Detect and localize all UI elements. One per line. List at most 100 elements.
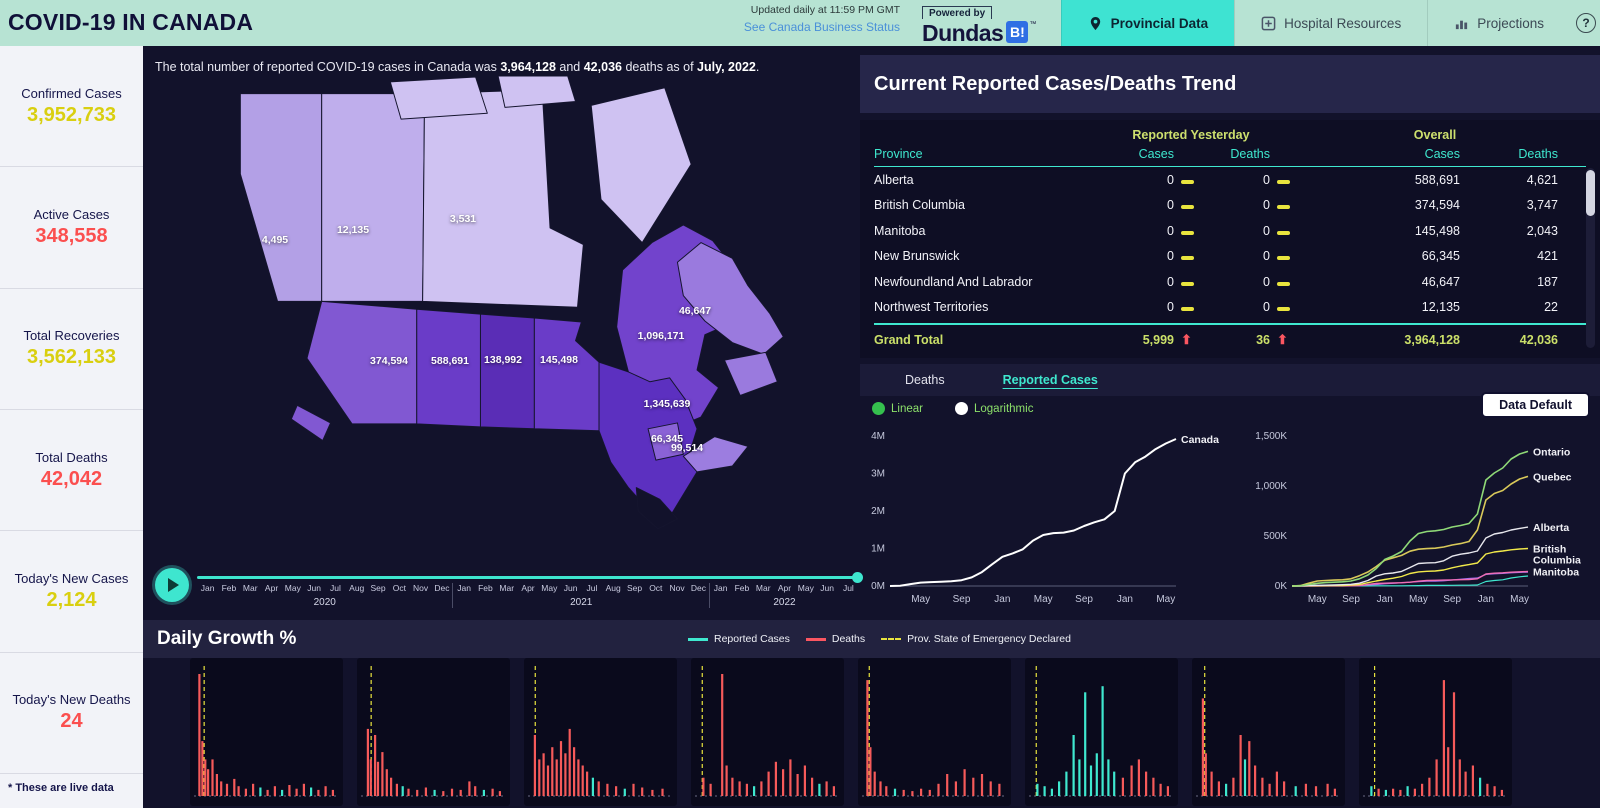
svg-text:Jan: Jan: [994, 594, 1010, 605]
linear-radio[interactable]: Linear: [872, 402, 923, 415]
table-row[interactable]: British Columbia 0 0 374,594 3,747: [874, 193, 1586, 219]
canada-choropleth-map: 4,495 12,135 3,531 374,594 588,691 138,992 145…: [153, 76, 853, 566]
timeline-month: May: [797, 583, 814, 593]
svg-text:Alberta: Alberta: [1533, 522, 1569, 534]
brand-badge: B!: [1006, 21, 1029, 43]
daily-growth-chart-1[interactable]: [190, 658, 343, 806]
province-northwest-territories[interactable]: [321, 93, 426, 302]
stat-value: 3,952,733: [27, 103, 116, 126]
baffin-island[interactable]: [590, 87, 692, 244]
svg-text:1,500K: 1,500K: [1255, 431, 1287, 442]
trend-panel: Current Reported Cases/Deaths Trend Repo…: [860, 46, 1600, 620]
province-saskatchewan[interactable]: [479, 313, 535, 430]
svg-text:3M: 3M: [871, 469, 885, 480]
no-change-dash-icon: [1181, 205, 1194, 210]
table-row[interactable]: New Brunswick 0 0 66,345 421: [874, 244, 1586, 270]
cell: 0: [1167, 223, 1174, 238]
province-manitoba[interactable]: [533, 317, 600, 432]
cell: New Brunswick: [874, 249, 960, 264]
no-change-dash-icon: [1181, 179, 1194, 184]
timeline-month: Jun: [820, 583, 834, 593]
cell: 0: [1263, 198, 1270, 213]
no-change-dash-icon: [1277, 205, 1290, 210]
summary-sentence: The total number of reported COVID-19 ca…: [155, 60, 760, 74]
arctic-island[interactable]: [497, 76, 577, 108]
victoria-island[interactable]: [389, 76, 488, 120]
province-alberta[interactable]: [416, 308, 481, 428]
header-tabs: Provincial Data Hospital Resources Project…: [1060, 0, 1570, 46]
stat-value: 3,562,133: [27, 346, 116, 369]
cell: 0: [1167, 198, 1174, 213]
province-nunavut[interactable]: [422, 89, 584, 308]
col-province: Province: [874, 147, 923, 161]
newfoundland-island[interactable]: [723, 351, 778, 396]
chart-controls: Linear Logarithmic Data Default: [860, 392, 1600, 426]
cell: British Columbia: [874, 198, 966, 213]
tab-projections[interactable]: Projections: [1427, 0, 1570, 46]
timeline-month: Feb: [734, 583, 750, 593]
cell: Northwest Territories: [874, 300, 989, 315]
table-column-headers: Province Cases Deaths Cases Deaths: [874, 144, 1586, 167]
table-group-headers: Reported Yesterday Overall: [874, 128, 1586, 144]
svg-text:Columbia: Columbia: [1533, 555, 1581, 567]
daily-growth-title: Daily Growth %: [157, 628, 297, 649]
timeline-month: Aug: [605, 583, 621, 593]
overall-header: Overall: [1413, 128, 1457, 142]
no-change-dash-icon: [1277, 307, 1290, 312]
tab-reported-cases[interactable]: Reported Cases: [1003, 373, 1098, 387]
cell: 2,043: [1526, 223, 1558, 238]
tab-provincial-data[interactable]: Provincial Data: [1060, 0, 1235, 46]
cell: 421: [1537, 249, 1558, 264]
table-row[interactable]: Manitoba 0 0 145,498 2,043: [874, 218, 1586, 244]
svg-text:Quebec: Quebec: [1533, 471, 1572, 483]
table-row[interactable]: Alberta 0 0 588,691 4,621: [874, 167, 1586, 193]
timeline-month: Mar: [242, 583, 258, 593]
covid-dashboard: COVID-19 IN CANADA Updated daily at 11:5…: [0, 0, 1600, 808]
vancouver-island[interactable]: [290, 404, 332, 442]
legend-item: Deaths: [805, 633, 865, 645]
svg-text:500K: 500K: [1264, 531, 1288, 542]
logarithmic-radio[interactable]: Logarithmic: [955, 402, 1033, 415]
table-row[interactable]: Newfoundland And Labrador 0 0 46,647 187: [874, 269, 1586, 295]
cell: 374,594: [1414, 198, 1460, 213]
play-button[interactable]: [155, 568, 189, 602]
col-ry-deaths: Deaths: [1230, 147, 1270, 161]
table-scrollbar-track[interactable]: [1586, 168, 1595, 348]
grand-total-ry-cases: 5,999: [1142, 333, 1174, 347]
timeline-month: Dec: [434, 583, 450, 593]
daily-growth-chart-4[interactable]: [691, 658, 844, 806]
col-overall-cases: Cases: [1424, 147, 1460, 161]
linear-label: Linear: [891, 402, 923, 415]
timeline-month: Apr: [521, 583, 535, 593]
data-default-button[interactable]: Data Default: [1481, 392, 1590, 418]
no-change-dash-icon: [1181, 281, 1194, 286]
timeline-month: Apr: [777, 583, 792, 593]
legend-swatch: [881, 638, 902, 640]
table-row[interactable]: Northwest Territories 0 0 12,135 22: [874, 295, 1586, 321]
cell: 0: [1263, 274, 1270, 289]
trend-panel-title: Current Reported Cases/Deaths Trend: [860, 55, 1600, 113]
daily-growth-chart-8[interactable]: [1359, 658, 1512, 806]
province-british-columbia[interactable]: [306, 300, 418, 425]
daily-growth-chart-2[interactable]: [357, 658, 510, 806]
daily-growth-chart-6[interactable]: [1025, 658, 1178, 806]
tab-deaths[interactable]: Deaths: [905, 373, 945, 387]
daily-growth-chart-3[interactable]: [524, 658, 677, 806]
canada-business-status-link[interactable]: See Canada Business Status: [744, 20, 900, 34]
map-pin-icon: [1088, 16, 1103, 31]
col-ry-cases: Cases: [1138, 147, 1174, 161]
timeline-track[interactable]: [197, 572, 863, 583]
daily-growth-chart-7[interactable]: [1192, 658, 1345, 806]
grand-total-cases: 3,964,128: [1404, 333, 1460, 347]
timeline-year-label: 2022: [773, 597, 796, 608]
legend-swatch: [688, 637, 708, 641]
legend-item: Reported Cases: [688, 633, 790, 645]
svg-text:Sep: Sep: [1443, 594, 1461, 605]
tab-hospital-resources[interactable]: Hospital Resources: [1234, 0, 1427, 46]
svg-text:Jan: Jan: [1377, 594, 1393, 605]
province-yukon[interactable]: [239, 93, 323, 302]
daily-growth-header: Daily Growth % Reported Cases Deaths Prov.…: [143, 620, 1600, 658]
daily-growth-chart-5[interactable]: [858, 658, 1011, 806]
help-icon[interactable]: ?: [1576, 13, 1596, 33]
table-scrollbar-thumb[interactable]: [1586, 170, 1595, 216]
